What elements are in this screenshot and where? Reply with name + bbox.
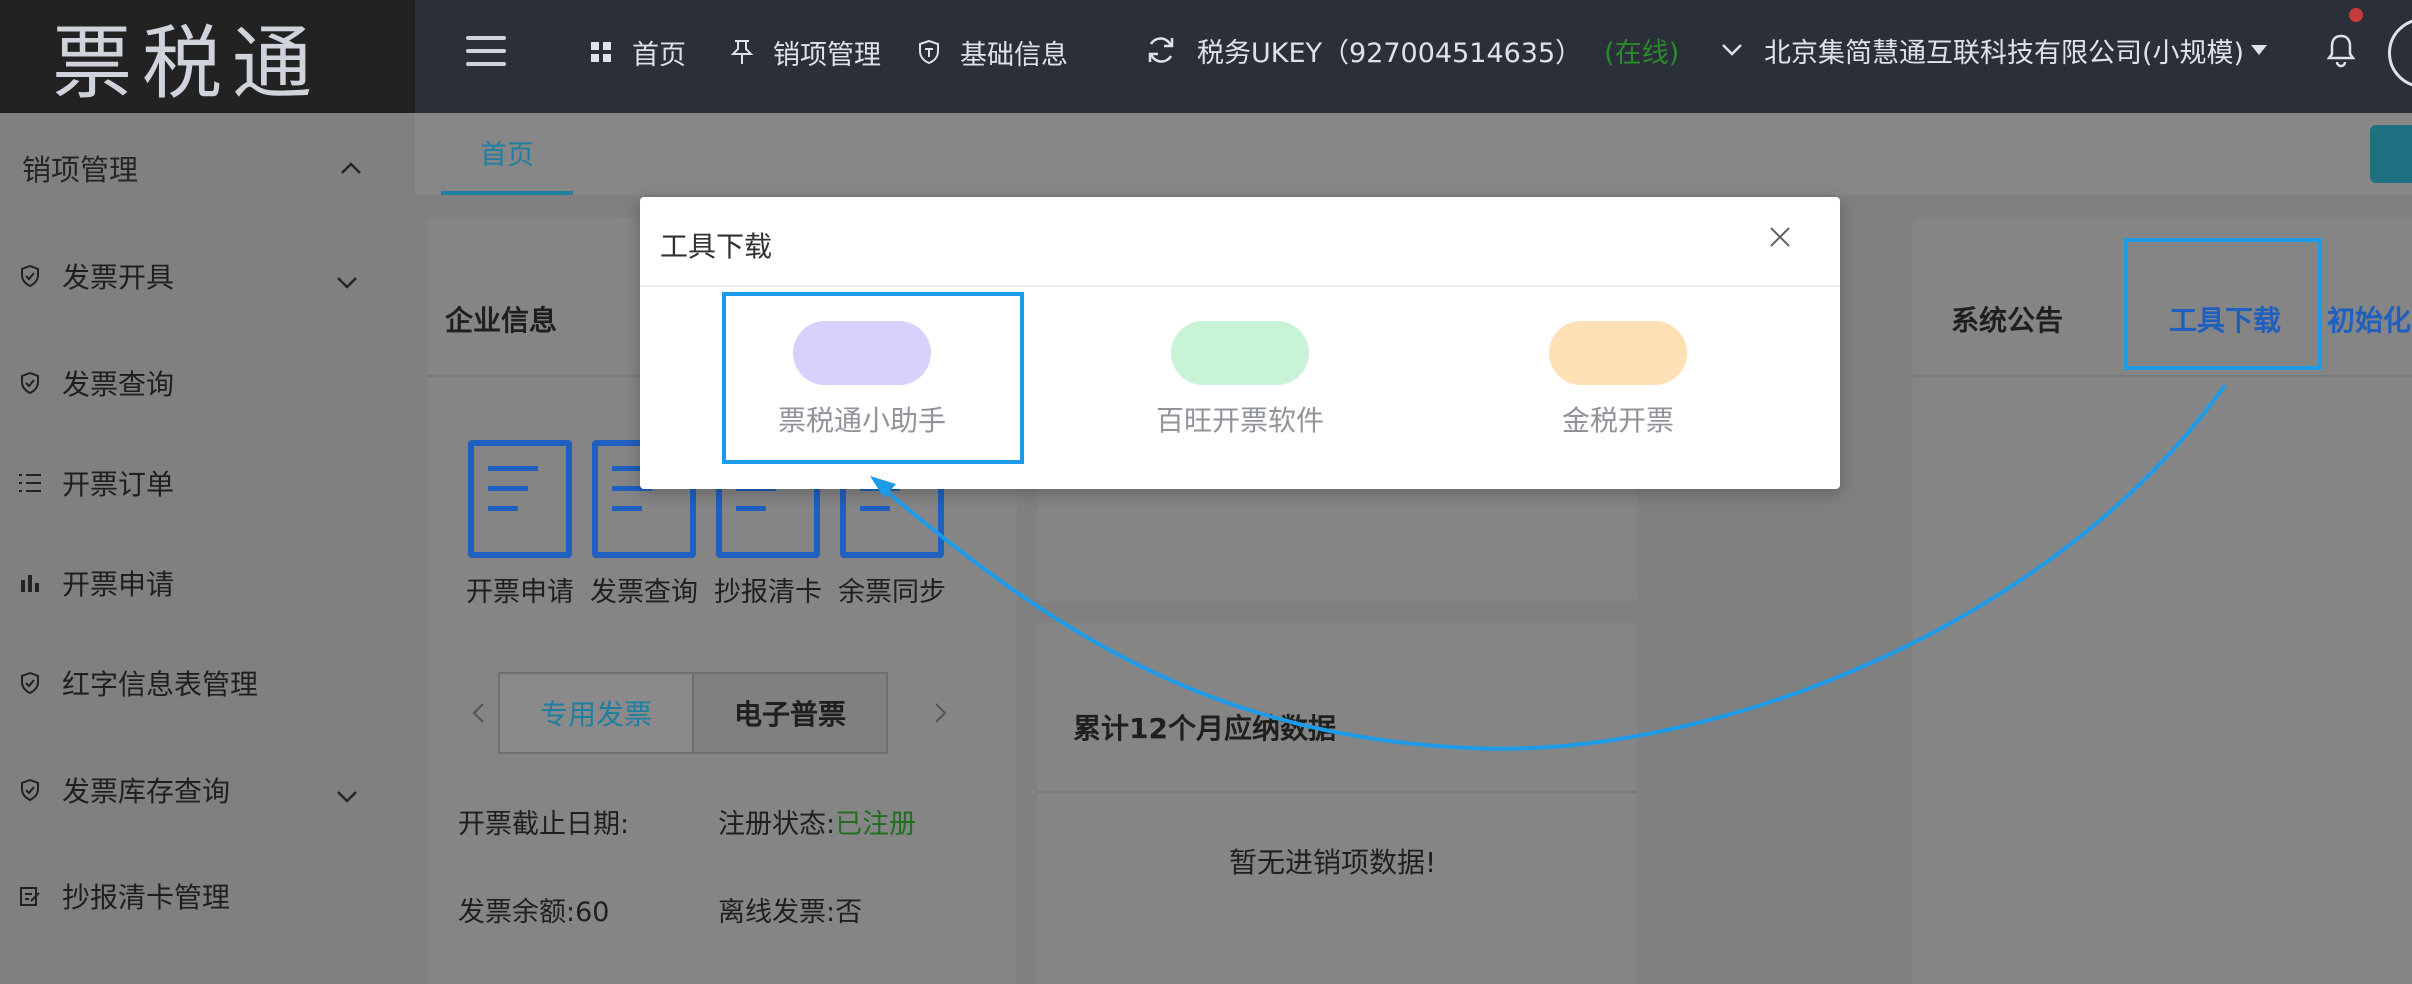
tab-e-invoice[interactable]: 电子普票 — [692, 672, 888, 754]
nav-sales[interactable]: 销项管理 — [727, 30, 881, 74]
invoice-type-tabs: 专用发票 电子普票 — [458, 672, 958, 754]
refresh-icon[interactable] — [1145, 34, 1177, 66]
tool-pill-icon — [1549, 321, 1687, 385]
company-name: 北京集简慧通互联科技有限公司(小规模) — [1764, 37, 2245, 69]
tool-download-link[interactable]: 工具下载 — [2169, 299, 2281, 339]
top-header: 票税通 首页 销项管理 基础信息 税务UKEY（927004514635） (在… — [0, 0, 2412, 113]
sidebar-section-sales[interactable]: 销项管理 — [22, 143, 362, 193]
nav-home[interactable]: 首页 — [586, 30, 686, 74]
chevron-down-icon — [336, 264, 358, 297]
nav-basic-info[interactable]: 基础信息 — [914, 30, 1068, 74]
tab-home[interactable]: 首页 — [441, 113, 573, 195]
chevron-down-icon — [1720, 42, 1744, 58]
divider — [640, 285, 1840, 287]
sidebar-item-label: 红字信息表管理 — [62, 668, 259, 701]
tax-data-title: 累计12个月应纳数据 — [1073, 712, 1336, 745]
notice-title[interactable]: 系统公告 — [1951, 299, 2063, 339]
init-link[interactable]: 初始化 — [2327, 299, 2411, 339]
list-icon — [18, 471, 42, 495]
sidebar-item-label: 发票查询 — [62, 368, 175, 401]
sidebar-item-label: 发票库存查询 — [62, 775, 231, 808]
app-logo: 票税通 — [0, 0, 415, 113]
nav-basic-info-label: 基础信息 — [960, 39, 1068, 71]
tool-baiwang[interactable]: 百旺开票软件 — [1120, 321, 1360, 439]
sidebar: 销项管理 发票开具 发票查询 开票订单 开票申请 红字信息表管理 发票库存查询 … — [0, 113, 415, 984]
chevron-right-icon[interactable] — [888, 672, 948, 754]
grid-icon — [586, 37, 616, 67]
sidebar-item-label: 开票申请 — [62, 568, 175, 601]
balance: 发票余额:60 — [458, 890, 609, 929]
company-info-title: 企业信息 — [445, 304, 558, 337]
tab-special-invoice[interactable]: 专用发票 — [498, 672, 694, 754]
sidebar-item-invoice-issue[interactable]: 发票开具 — [18, 251, 358, 301]
tool-pill-icon — [1171, 321, 1309, 385]
tool-assistant[interactable]: 票税通小助手 — [742, 321, 982, 439]
sidebar-item-label: 抄报清卡管理 — [62, 881, 231, 914]
pin-icon — [727, 37, 757, 67]
quick-action-label: 发票查询 — [590, 577, 698, 608]
tax-data-card: 累计12个月应纳数据 暂无进销项数据! — [1037, 623, 1637, 984]
tool-pill-icon — [793, 321, 931, 385]
chevron-left-icon[interactable] — [458, 672, 498, 754]
balance-value: 60 — [575, 897, 610, 928]
nav-sales-label: 销项管理 — [773, 39, 881, 71]
logo-text: 票税通 — [52, 16, 322, 110]
chevron-up-icon — [340, 161, 362, 175]
shield-check-icon — [18, 671, 42, 695]
shield-icon — [914, 37, 944, 67]
sidebar-item-label: 发票开具 — [62, 261, 175, 294]
tool-label: 百旺开票软件 — [1155, 404, 1324, 437]
tool-label: 金税开票 — [1561, 404, 1674, 437]
sidebar-item-apply[interactable]: 开票申请 — [18, 558, 358, 608]
divider — [1037, 791, 1637, 793]
offline-label: 离线发票: — [718, 897, 836, 928]
offline: 离线发票:否 — [718, 890, 862, 929]
ukey-label: 税务UKEY（927004514635） — [1197, 37, 1583, 69]
notice-card: 系统公告 工具下载 初始化 — [1913, 217, 2412, 984]
tax-data-empty: 暂无进销项数据! — [1229, 846, 1437, 879]
sidebar-item-report-clear[interactable]: 抄报清卡管理 — [18, 871, 358, 921]
quick-action-apply[interactable]: 开票申请 — [460, 440, 580, 609]
reg-status-value: 已注册 — [835, 809, 917, 840]
tool-golden-tax[interactable]: 金税开票 — [1498, 321, 1738, 439]
ukey-online-status: (在线) — [1604, 37, 1680, 69]
caret-down-icon — [2250, 44, 2268, 56]
close-icon[interactable] — [1768, 225, 1798, 255]
tool-label: 票税通小助手 — [777, 404, 946, 437]
sidebar-item-red-info[interactable]: 红字信息表管理 — [18, 658, 358, 708]
company-selector[interactable]: 北京集简慧通互联科技有限公司(小规模) — [1720, 28, 2268, 72]
divider — [1913, 375, 2412, 377]
tab-action-button[interactable] — [2370, 125, 2412, 183]
shield-check-icon — [18, 371, 42, 395]
balance-label: 发票余额: — [458, 897, 576, 928]
bell-icon[interactable] — [2325, 8, 2365, 74]
shield-check-icon — [18, 778, 42, 802]
quick-action-label: 余票同步 — [838, 577, 946, 608]
sidebar-section-label: 销项管理 — [22, 153, 139, 187]
sidebar-item-orders[interactable]: 开票订单 — [18, 458, 358, 508]
nav-home-label: 首页 — [632, 39, 686, 71]
quick-action-label: 开票申请 — [466, 577, 574, 608]
tool-download-dialog: 工具下载 票税通小助手 百旺开票软件 金税开票 — [640, 197, 1840, 489]
edit-icon — [18, 884, 42, 908]
chevron-down-icon — [336, 778, 358, 811]
avatar[interactable] — [2388, 18, 2412, 88]
sidebar-item-label: 开票订单 — [62, 468, 175, 501]
quick-action-label: 抄报清卡 — [714, 577, 822, 608]
ukey-status: 税务UKEY（927004514635） (在线) — [1145, 28, 1679, 72]
reg-status-label: 注册状态: — [718, 809, 836, 840]
dialog-title: 工具下载 — [660, 230, 773, 263]
document-check-icon — [468, 440, 572, 558]
menu-toggle-icon[interactable] — [466, 36, 506, 66]
shield-check-icon — [18, 264, 42, 288]
deadline-label: 开票截止日期: — [458, 809, 630, 840]
bar-chart-icon — [18, 571, 42, 595]
reg-status: 注册状态:已注册 — [718, 802, 916, 841]
notification-dot — [2349, 8, 2363, 22]
sidebar-item-invoice-query[interactable]: 发票查询 — [18, 358, 358, 408]
offline-value: 否 — [835, 897, 863, 928]
sidebar-item-stock[interactable]: 发票库存查询 — [18, 765, 358, 815]
tab-bar: 首页 — [415, 113, 2412, 195]
